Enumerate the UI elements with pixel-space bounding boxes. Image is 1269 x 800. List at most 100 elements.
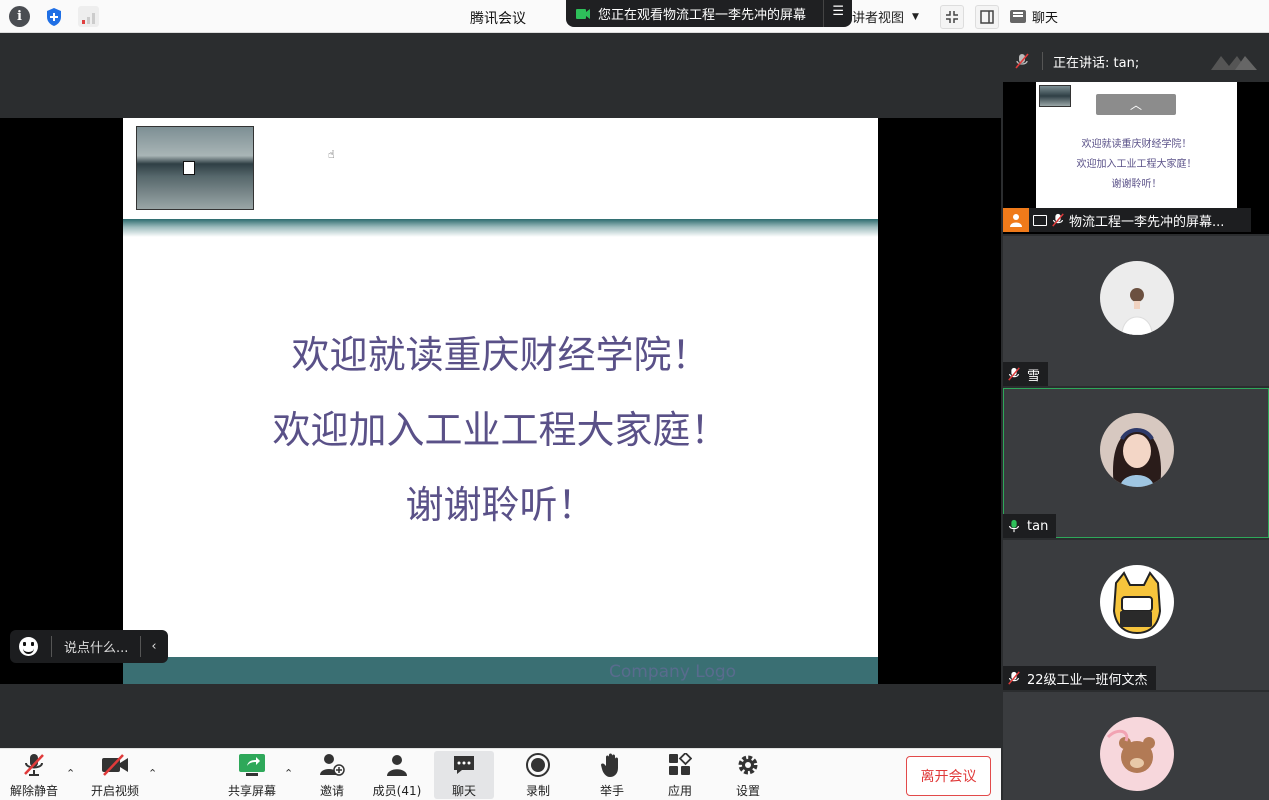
participant-tile[interactable] [1003, 692, 1269, 800]
slide-company-logo: Company Logo [609, 662, 737, 682]
apps-label: 应用 [667, 784, 692, 798]
quick-chat-box[interactable]: 说点什么... ‹ [10, 630, 168, 663]
bottom-toolbar: 解除静音 ⌃ 开启视频 ⌃ 共享屏幕 ⌃ 邀请 成员(41) 聊天 录制 举手 … [0, 748, 1001, 800]
leave-meeting-button[interactable]: 离开会议 [906, 756, 991, 796]
add-user-icon [318, 751, 346, 779]
share-screen-icon [238, 751, 266, 779]
speaking-divider [1042, 52, 1043, 70]
chevron-down-icon: ▼ [912, 11, 919, 22]
chat-tab-label: 聊天 [1032, 10, 1059, 26]
fit-screen-icon[interactable] [940, 5, 964, 29]
speaker-icon [576, 8, 590, 19]
quick-chat-input[interactable]: 说点什么... [64, 637, 128, 656]
chat-tab[interactable]: 聊天 [1003, 0, 1269, 33]
share-banner-text: 您正在观看物流工程一李先冲的屏幕 [598, 8, 807, 23]
participant-tile[interactable]: 雪 [1003, 236, 1269, 386]
slide-footer-band [123, 657, 878, 684]
mic-muted-icon [1015, 53, 1029, 69]
info-icon[interactable]: i [9, 6, 30, 27]
hand-icon [598, 751, 626, 779]
shield-icon[interactable] [43, 6, 64, 27]
mini-slide-line: 欢迎加入工业工程大家庭！ [1076, 159, 1197, 170]
mini-slide-text: 欢迎就读重庆财经学院！ 欢迎加入工业工程大家庭！ 谢谢聆听！ [1036, 135, 1237, 195]
mini-slide-line: 欢迎就读重庆财经学院！ [1081, 139, 1192, 150]
chevron-up-icon: ︿ [1129, 98, 1142, 112]
avatar [1100, 717, 1174, 791]
emoji-icon[interactable] [19, 637, 38, 656]
view-mode-value: 讲者视图 [852, 11, 905, 26]
chat-button[interactable]: 聊天 [434, 751, 494, 799]
settings-button[interactable]: 设置 [728, 751, 768, 799]
participant-name: 雪 [1027, 368, 1041, 384]
participants-panel: 正在讲话: tan; ︿ 欢迎就读重庆财经学院！ 欢迎加入工业工程大家庭！ 谢谢… [1003, 34, 1269, 800]
invite-label: 邀请 [319, 784, 344, 798]
share-name-tag: 物流工程一李先冲的屏幕... [1003, 208, 1251, 232]
screen-share-icon [1033, 214, 1047, 226]
mic-active-icon [1009, 519, 1019, 533]
gear-icon [734, 751, 762, 779]
raise-hand-button[interactable]: 举手 [592, 751, 632, 799]
chevron-up-icon[interactable]: ⌃ [148, 767, 157, 780]
slide-text: 欢迎就读重庆财经学院！ 欢迎加入工业工程大家庭！ 谢谢聆听！ [123, 318, 878, 543]
participant-name: tan [1027, 518, 1049, 534]
tencent-meeting-logo-icon [1211, 56, 1257, 70]
shared-screen-area: ☝ 欢迎就读重庆财经学院！ 欢迎加入工业工程大家庭！ 谢谢聆听！ Company… [0, 34, 1001, 748]
apps-button[interactable]: 应用 [660, 751, 700, 799]
signal-icon[interactable] [78, 6, 99, 27]
record-button[interactable]: 录制 [518, 751, 558, 799]
participant-name-tag: 雪 [1003, 362, 1049, 386]
avatar [1100, 413, 1174, 487]
banner-menu-icon[interactable]: ☰ [832, 4, 844, 19]
participant-tile[interactable]: 22级工业一班何文杰 [1003, 540, 1269, 690]
slide-photo [136, 126, 254, 210]
top-bar: i 腾讯会议 您正在观看物流工程一李先冲的屏幕 ☰ 讲者视图 ▼ [0, 0, 1003, 33]
camera-off-icon [101, 751, 129, 779]
mini-slide-photo [1039, 85, 1071, 107]
members-label: 成员(41) [372, 784, 422, 798]
mini-slide-preview: ︿ 欢迎就读重庆财经学院！ 欢迎加入工业工程大家庭！ 谢谢聆听！ [1036, 82, 1237, 212]
slide-line: 欢迎加入工业工程大家庭！ [272, 408, 729, 452]
speaking-indicator: 正在讲话: tan; [1003, 42, 1269, 80]
avatar [1100, 565, 1174, 639]
share-screen-button[interactable]: 共享屏幕 [224, 751, 280, 799]
hand-cursor-icon: ☝ [328, 148, 335, 161]
chevron-up-icon[interactable]: ⌃ [66, 767, 75, 780]
chevron-left-icon[interactable]: ‹ [151, 639, 156, 654]
sidebar-toggle-icon[interactable] [975, 5, 999, 29]
chat-icon [1010, 9, 1026, 23]
banner-divider [823, 0, 824, 27]
slide-line: 欢迎就读重庆财经学院！ [291, 333, 710, 377]
participant-tile[interactable]: tan [1003, 388, 1269, 538]
chat-label: 聊天 [451, 784, 476, 798]
record-label: 录制 [525, 784, 550, 798]
share-tile-name: 物流工程一李先冲的屏幕... [1069, 214, 1225, 230]
participant-name-tag: tan [1003, 514, 1057, 538]
members-button[interactable]: 成员(41) [370, 751, 424, 799]
settings-label: 设置 [735, 784, 760, 798]
unmute-label: 解除静音 [9, 784, 58, 798]
avatar [1100, 261, 1174, 335]
participant-name: 22级工业一班何文杰 [1027, 672, 1148, 688]
mic-muted-icon [20, 751, 48, 779]
start-video-button[interactable]: 开启视频 [88, 751, 142, 799]
person-icon [1003, 208, 1029, 232]
collapse-button[interactable]: ︿ [1096, 94, 1176, 115]
slide-header-band [123, 219, 878, 237]
view-mode-select[interactable]: 讲者视图 ▼ [852, 5, 928, 28]
invite-button[interactable]: 邀请 [312, 751, 352, 799]
mic-muted-icon [1008, 367, 1020, 381]
say-box-divider [140, 636, 142, 657]
speaking-text: 正在讲话: tan; [1053, 55, 1140, 71]
shared-slide: ☝ 欢迎就读重庆财经学院！ 欢迎加入工业工程大家庭！ 谢谢聆听！ Company… [123, 118, 878, 684]
apps-icon [666, 751, 694, 779]
chat-bubble-icon [450, 751, 478, 779]
members-icon [383, 751, 411, 779]
app-title: 腾讯会议 [470, 11, 526, 27]
chevron-up-icon[interactable]: ⌃ [284, 767, 293, 780]
mic-muted-icon [1052, 213, 1064, 227]
say-box-divider [51, 636, 52, 657]
screen-share-banner: 您正在观看物流工程一李先冲的屏幕 ☰ [566, 0, 852, 27]
unmute-button[interactable]: 解除静音 [8, 751, 60, 799]
record-icon [524, 751, 552, 779]
mic-muted-icon [1008, 671, 1020, 685]
